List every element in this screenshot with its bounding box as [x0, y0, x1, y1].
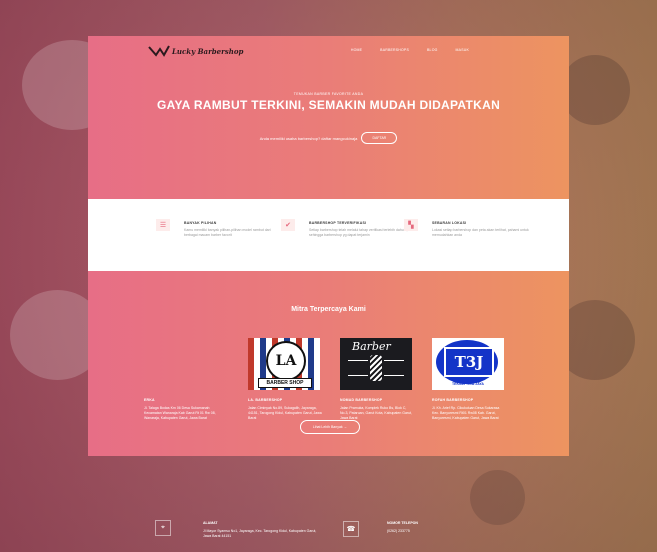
partner-address: Jl. Talaga Bodas Km 06 Desa Sukamanah Ke… — [144, 406, 216, 420]
partner-logos: LA BARBER SHOP Barber T3J TEKNIK TIGA JA… — [248, 338, 504, 390]
feature-description: Setiap barbershop telah melalui tahap ve… — [309, 228, 408, 237]
nomad-logo-script: Barber — [352, 340, 391, 353]
top-nav: HOME BARBERSHOPS BLOG MASUK — [351, 48, 469, 52]
nav-blog[interactable]: BLOG — [427, 48, 438, 52]
nav-home[interactable]: HOME — [351, 48, 362, 52]
nomad-barbershop-logo[interactable]: Barber — [340, 338, 412, 390]
address-title: ALAMAT — [203, 521, 218, 525]
la-logo-band: BARBER SHOP — [258, 378, 312, 388]
partners-section: Mitra Terpercaya Kami LA BARBER SHOP Bar… — [88, 271, 569, 456]
register-button[interactable]: DAFTAR — [361, 132, 398, 144]
logo-wing — [348, 360, 368, 376]
partner-address: Jalan Pramuka, Komplek Ruko Bs, Blok C, … — [340, 406, 412, 420]
partner-name[interactable]: ROFAH BARBERSHOP — [432, 398, 507, 402]
nav-login[interactable]: MASUK — [456, 48, 469, 52]
hero-tagline: TEMUKAN BARBER FAVORITE ANDA — [293, 92, 364, 96]
map-icon: ▚ — [404, 219, 418, 231]
t3j-logo-caption: TEKNIK TIGA JAYA — [452, 382, 484, 386]
partner-name[interactable]: LA. BARBERSHOP — [248, 398, 323, 402]
hero-subtext: Anda memiliki usaha barbershop? daftar m… — [259, 135, 358, 141]
la-barbershop-logo[interactable]: LA BARBER SHOP — [248, 338, 320, 390]
barber-pole-icon — [370, 355, 382, 381]
partners-title: Mitra Terpercaya Kami — [291, 306, 366, 313]
map-pin-icon: ⌖ — [155, 520, 171, 536]
la-logo-mark: LA — [266, 341, 306, 381]
feature-title: SEBARAN LOKASI — [432, 221, 467, 225]
feature-title: BARBERSHOP TERVERIFIKASI — [309, 221, 367, 225]
feature-description: Lokasi setiap barbershop dan peta akan t… — [432, 228, 529, 237]
hero-section: Lucky Barbershop HOME BARBERSHOPS BLOG M… — [88, 36, 569, 199]
phone-number[interactable]: (0262) 233775 — [387, 529, 410, 534]
partner-info: NOMAD BARBERSHOP Jalan Pramuka, Komplek … — [340, 398, 415, 421]
phone-title: NOMOR TELEPON — [387, 521, 418, 525]
phone-icon: ☎ — [343, 521, 359, 537]
hero-headline: GAYA RAMBUT TERKINI, SEMAKIN MUDAH DIDAP… — [156, 98, 501, 112]
partner-info: ROFAH BARBERSHOP Jl. Kh. Arief Rp. Cikuk… — [432, 398, 507, 421]
features-section: ☰ BANYAK PILIHAN Kamu memiliki banyak pi… — [88, 199, 569, 271]
partner-name[interactable]: NOMAD BARBERSHOP — [340, 398, 415, 402]
logo-wing — [384, 360, 404, 376]
brand-name: Lucky Barbershop — [172, 46, 244, 56]
partner-info: ERKA Jl. Talaga Bodas Km 06 Desa Sukaman… — [144, 398, 219, 421]
partner-info: LA. BARBERSHOP Jalan Ciminyak No.89, Suk… — [248, 398, 323, 421]
list-icon: ☰ — [156, 219, 170, 231]
feature-description: Kamu memiliki banyak pilihan-pilihan mod… — [184, 228, 271, 237]
nav-barbershops[interactable]: BARBERSHOPS — [380, 48, 409, 52]
contact-section: ⌖ ALAMAT Jl Mayor Syamsu No1, Jayaraga, … — [143, 507, 513, 552]
partner-address: Jalan Ciminyak No.89, Sukagalih, Jayarag… — [248, 406, 322, 420]
see-more-button[interactable]: Lihat Lebih Banyak → — [300, 420, 360, 434]
rofah-barbershop-logo[interactable]: T3J TEKNIK TIGA JAYA — [432, 338, 504, 390]
partner-name[interactable]: ERKA — [144, 398, 219, 402]
hero-cta-row: Anda memiliki usaha barbershop? daftar m… — [88, 132, 569, 144]
background-decoration — [560, 55, 630, 125]
address-text: Jl Mayor Syamsu No1, Jayaraga, Kec. Taro… — [203, 529, 317, 538]
brand-logo[interactable]: Lucky Barbershop — [148, 44, 243, 58]
feature-title: BANYAK PILIHAN — [184, 221, 217, 225]
scissors-logo-icon — [148, 45, 170, 57]
check-icon: ✔ — [281, 219, 295, 231]
t3j-logo-mark: T3J — [444, 347, 494, 377]
partner-address: Jl. Kh. Arief Rp. Cikukuluan Desa Sukara… — [432, 406, 500, 420]
